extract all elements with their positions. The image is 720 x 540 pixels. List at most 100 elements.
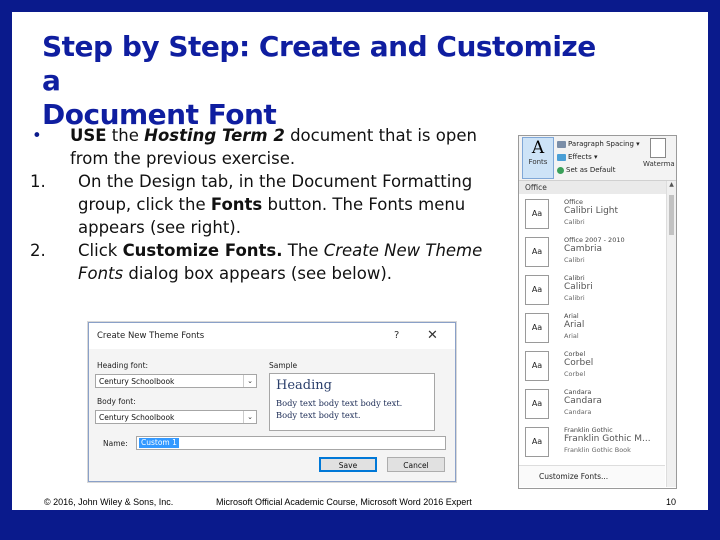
page-number: 10 (666, 497, 677, 507)
instruction-text: Hosting Term 2 (144, 126, 285, 145)
heading-font-label: Heading font: (97, 361, 149, 370)
instruction-item: 2. Click Customize Fonts. The Create New … (30, 239, 510, 285)
font-theme-item[interactable]: Aa Office 2007 - 2010 Cambria Calibri (519, 234, 665, 270)
body-font-label: Body font: (97, 397, 136, 406)
font-theme-name: Franklin Gothic (564, 426, 613, 434)
sample-heading: Heading (276, 378, 332, 393)
font-theme-body: Calibri (564, 294, 585, 302)
instruction-text: USE (70, 126, 107, 145)
font-theme-name: Office (564, 198, 583, 206)
font-theme-heading: Corbel (564, 358, 594, 368)
help-button[interactable]: ? (394, 323, 399, 349)
set-as-default-button[interactable]: Set as Default (557, 166, 615, 174)
body-font-select[interactable]: Century Schoolbook ⌄ (95, 410, 257, 424)
font-theme-name: Corbel (564, 350, 586, 358)
slide-title: Step by Step: Create and Customize a Doc… (42, 30, 602, 132)
font-theme-item[interactable]: Aa Calibri Calibri Calibri (519, 272, 665, 308)
font-preview-icon: Aa (525, 313, 549, 343)
sample-body-line-1: Body text body text body text. (276, 398, 403, 408)
font-preview-icon: Aa (525, 389, 549, 419)
instruction-item: • USE the Hosting Term 2 document that is… (30, 124, 510, 170)
chevron-down-icon[interactable]: ⌄ (243, 375, 256, 387)
font-theme-heading: Calibri (564, 282, 593, 292)
font-preview-icon: Aa (525, 427, 549, 457)
instruction-text: Customize Fonts. (122, 241, 283, 260)
font-theme-heading: Cambria (564, 244, 602, 254)
font-theme-item[interactable]: Aa Franklin Gothic Franklin Gothic M... Fra… (519, 424, 665, 460)
save-button[interactable]: Save (319, 457, 377, 472)
font-theme-heading: Calibri Light (564, 206, 619, 216)
set-as-default-label: Set as Default (566, 166, 616, 174)
cancel-button[interactable]: Cancel (387, 457, 445, 472)
body-font-value: Century Schoolbook (99, 413, 175, 422)
title-line-1: Step by Step: Create and Customize a (42, 30, 596, 97)
list-marker: 2. (30, 241, 46, 260)
footer-copyright: © 2016, John Wiley & Sons, Inc. (44, 497, 174, 507)
watermark-button[interactable]: Waterma (643, 138, 675, 168)
dialog-title: Create New Theme Fonts (89, 323, 455, 349)
effects-icon (557, 153, 566, 161)
font-theme-name: Calibri (564, 274, 585, 282)
font-theme-heading: Franklin Gothic M... (564, 434, 651, 444)
check-icon (557, 166, 564, 174)
font-theme-item[interactable]: Aa Candara Candara Candara (519, 386, 665, 422)
paragraph-spacing-label: Paragraph Spacing (568, 140, 634, 148)
paragraph-spacing-button[interactable]: Paragraph Spacing ▾ (557, 140, 640, 148)
fonts-button-label: Fonts (528, 158, 548, 166)
instruction-item: 1. On the Design tab, in the Document For… (30, 170, 510, 239)
watermark-icon (650, 138, 666, 158)
fonts-button[interactable]: A Fonts (522, 137, 554, 179)
font-theme-heading: Candara (564, 396, 602, 406)
font-theme-body: Candara (564, 408, 592, 416)
font-theme-body: Arial (564, 332, 579, 340)
instruction-text: The (282, 241, 324, 260)
sample-label: Sample (269, 361, 298, 370)
instruction-text: Fonts (210, 195, 263, 214)
font-theme-body: Calibri (564, 218, 585, 226)
font-theme-name: Office 2007 - 2010 (564, 236, 625, 244)
font-theme-body: Corbel (564, 370, 586, 378)
font-theme-body: Franklin Gothic Book (564, 446, 631, 454)
paragraph-spacing-icon (557, 140, 566, 148)
font-theme-heading: Arial (564, 320, 585, 330)
chevron-down-icon[interactable]: ⌄ (243, 411, 256, 423)
font-theme-item[interactable]: Aa Arial Arial Arial (519, 310, 665, 346)
office-section-header: Office (519, 181, 667, 194)
customize-fonts-item[interactable]: Customize Fonts... (519, 465, 665, 487)
name-label: Name: (103, 439, 128, 448)
scroll-thumb[interactable] (669, 195, 674, 235)
footer-band (0, 510, 720, 540)
font-theme-item[interactable]: Aa Corbel Corbel Corbel (519, 348, 665, 384)
name-value: Custom 1 (139, 438, 179, 448)
font-theme-body: Calibri (564, 256, 585, 264)
create-theme-fonts-dialog: Create New Theme Fonts ? ✕ Heading font:… (88, 322, 456, 482)
font-preview-icon: Aa (525, 237, 549, 267)
effects-button[interactable]: Effects ▾ (557, 153, 598, 161)
font-preview-icon: Aa (525, 275, 549, 305)
instruction-text: Click (78, 241, 123, 260)
sample-preview: Heading Body text body text body text. B… (269, 373, 435, 431)
effects-label: Effects (568, 153, 592, 161)
slide: Step by Step: Create and Customize a Doc… (0, 0, 720, 540)
watermark-label: Waterma (643, 160, 675, 168)
instruction-text: the (106, 126, 145, 145)
font-preview-icon: Aa (525, 351, 549, 381)
fonts-a-icon: A (531, 138, 545, 158)
close-icon[interactable]: ✕ (427, 323, 438, 349)
footer-course: Microsoft Official Academic Course, Micr… (216, 497, 472, 507)
sample-body-line-2: Body text body text. (276, 410, 361, 420)
font-theme-name: Arial (564, 312, 579, 320)
menu-scrollbar[interactable]: ▲ (666, 181, 676, 487)
font-theme-name: Candara (564, 388, 592, 396)
scroll-up-icon[interactable]: ▲ (667, 181, 676, 188)
list-marker: 1. (30, 172, 46, 191)
font-theme-item[interactable]: Aa Office Calibri Light Calibri (519, 196, 665, 232)
heading-font-select[interactable]: Century Schoolbook ⌄ (95, 374, 257, 388)
heading-font-value: Century Schoolbook (99, 377, 175, 386)
name-input[interactable]: Custom 1 (136, 436, 446, 450)
list-marker: • (32, 126, 42, 145)
fonts-menu-screenshot: A Fonts Paragraph Spacing ▾ Effects ▾ Se… (518, 135, 677, 489)
instruction-list: • USE the Hosting Term 2 document that is… (30, 124, 510, 285)
design-ribbon: A Fonts Paragraph Spacing ▾ Effects ▾ Se… (519, 136, 676, 181)
font-preview-icon: Aa (525, 199, 549, 229)
